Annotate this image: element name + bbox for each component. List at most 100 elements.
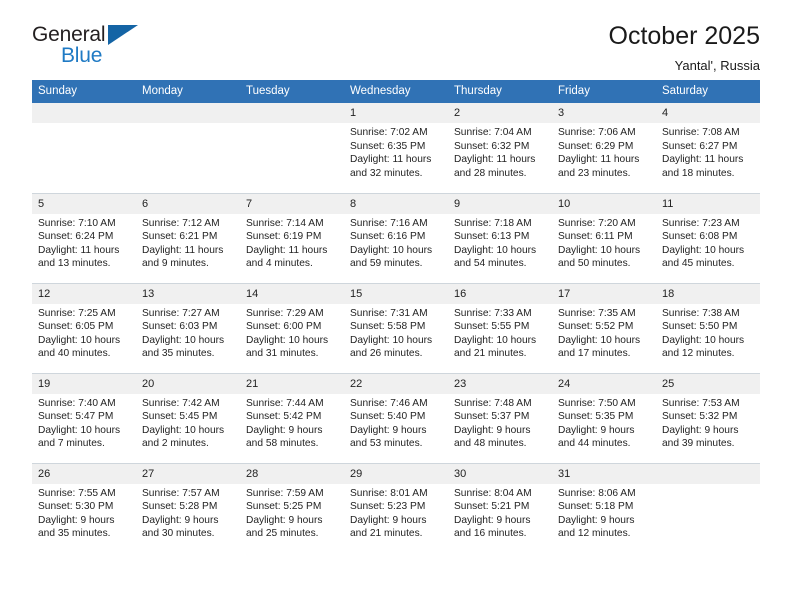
daylight-text-line2: and 26 minutes. xyxy=(350,348,423,360)
sunrise-text: Sunrise: 8:06 AM xyxy=(558,487,636,499)
calendar-day-cell[interactable]: 27 Sunrise: 7:57 AM Sunset: 5:28 PM Dayligh… xyxy=(136,462,240,553)
calendar-week-row: 19 Sunrise: 7:40 AM Sunset: 5:47 PM Dayligh… xyxy=(32,372,760,463)
calendar-body: 1 Sunrise: 7:02 AM Sunset: 6:35 PM Daylight… xyxy=(32,103,760,553)
calendar-day-cell-empty xyxy=(32,103,136,193)
sunset-text: Sunset: 6:11 PM xyxy=(558,231,633,243)
calendar-day-cell[interactable]: 26 Sunrise: 7:55 AM Sunset: 5:30 PM Dayligh… xyxy=(32,462,136,553)
general-blue-logo[interactable]: General Blue xyxy=(32,22,150,74)
calendar-day-cell[interactable]: 5 Sunrise: 7:10 AM Sunset: 6:24 PM Daylight… xyxy=(32,192,136,283)
day-sun-info: Sunrise: 7:48 AM Sunset: 5:37 PM Daylight:… xyxy=(448,394,552,451)
calendar-day-cell[interactable]: 31 Sunrise: 8:06 AM Sunset: 5:18 PM Dayligh… xyxy=(552,462,656,553)
daylight-text-line1: Daylight: 9 hours xyxy=(350,424,427,436)
calendar-day-cell-empty xyxy=(240,103,344,193)
daylight-text-line1: Daylight: 11 hours xyxy=(142,244,224,256)
calendar-week-row: 5 Sunrise: 7:10 AM Sunset: 6:24 PM Daylight… xyxy=(32,192,760,283)
daylight-text-line1: Daylight: 9 hours xyxy=(350,514,427,526)
sunset-text: Sunset: 6:08 PM xyxy=(662,231,738,243)
sunrise-sunset-calendar-table: Sunday Monday Tuesday Wednesday Thursday… xyxy=(32,80,760,553)
calendar-day-cell[interactable]: 21 Sunrise: 7:44 AM Sunset: 5:42 PM Dayligh… xyxy=(240,372,344,463)
day-sun-info: Sunrise: 7:25 AM Sunset: 6:05 PM Daylight:… xyxy=(32,304,136,361)
daylight-text-line2: and 59 minutes. xyxy=(350,258,423,270)
sunrise-text: Sunrise: 7:16 AM xyxy=(350,217,428,229)
sunrise-text: Sunrise: 7:55 AM xyxy=(38,487,116,499)
calendar-day-cell[interactable]: 14 Sunrise: 7:29 AM Sunset: 6:00 PM Dayligh… xyxy=(240,282,344,373)
sunrise-text: Sunrise: 7:42 AM xyxy=(142,397,220,409)
calendar-day-cell[interactable]: 30 Sunrise: 8:04 AM Sunset: 5:21 PM Dayligh… xyxy=(448,462,552,553)
daylight-text-line2: and 50 minutes. xyxy=(558,258,631,270)
calendar-header-row: Sunday Monday Tuesday Wednesday Thursday… xyxy=(32,80,760,103)
daylight-text-line1: Daylight: 10 hours xyxy=(38,334,121,346)
day-sun-info: Sunrise: 7:14 AM Sunset: 6:19 PM Daylight:… xyxy=(240,214,344,271)
sunrise-text: Sunrise: 7:50 AM xyxy=(558,397,636,409)
sunrise-text: Sunrise: 7:48 AM xyxy=(454,397,532,409)
sunset-text: Sunset: 6:21 PM xyxy=(142,231,218,243)
title-block: October 2025 Yantal', Russia xyxy=(609,22,761,73)
calendar-day-cell[interactable]: 15 Sunrise: 7:31 AM Sunset: 5:58 PM Dayligh… xyxy=(344,282,448,373)
daylight-text-line1: Daylight: 10 hours xyxy=(558,334,641,346)
daylight-text-line1: Daylight: 11 hours xyxy=(454,154,536,166)
calendar-day-cell[interactable]: 13 Sunrise: 7:27 AM Sunset: 6:03 PM Dayligh… xyxy=(136,282,240,373)
daylight-text-line2: and 53 minutes. xyxy=(350,438,423,450)
sunset-text: Sunset: 5:42 PM xyxy=(246,411,322,423)
calendar-day-cell[interactable]: 3 Sunrise: 7:06 AM Sunset: 6:29 PM Daylight… xyxy=(552,103,656,193)
day-number: 6 xyxy=(136,193,240,214)
daylight-text-line2: and 2 minutes. xyxy=(142,438,209,450)
daylight-text-line1: Daylight: 9 hours xyxy=(454,424,531,436)
daylight-text-line2: and 17 minutes. xyxy=(558,348,631,360)
calendar-day-cell[interactable]: 10 Sunrise: 7:20 AM Sunset: 6:11 PM Dayligh… xyxy=(552,192,656,283)
day-number: 20 xyxy=(136,373,240,394)
sunset-text: Sunset: 6:29 PM xyxy=(558,140,634,152)
daylight-text-line2: and 30 minutes. xyxy=(142,528,215,540)
sunset-text: Sunset: 6:00 PM xyxy=(246,321,322,333)
page-subtitle-location: Yantal', Russia xyxy=(674,57,760,73)
daylight-text-line1: Daylight: 11 hours xyxy=(38,244,120,256)
calendar-day-cell[interactable]: 7 Sunrise: 7:14 AM Sunset: 6:19 PM Daylight… xyxy=(240,192,344,283)
sunset-text: Sunset: 6:13 PM xyxy=(454,231,530,243)
calendar-day-cell[interactable]: 24 Sunrise: 7:50 AM Sunset: 5:35 PM Dayligh… xyxy=(552,372,656,463)
calendar-day-cell[interactable]: 23 Sunrise: 7:48 AM Sunset: 5:37 PM Dayligh… xyxy=(448,372,552,463)
calendar-day-cell[interactable]: 18 Sunrise: 7:38 AM Sunset: 5:50 PM Dayligh… xyxy=(656,282,760,373)
weekday-header-row: Sunday Monday Tuesday Wednesday Thursday… xyxy=(32,80,760,103)
calendar-day-cell[interactable]: 2 Sunrise: 7:04 AM Sunset: 6:32 PM Daylight… xyxy=(448,103,552,193)
sunrise-text: Sunrise: 7:46 AM xyxy=(350,397,428,409)
day-sun-info: Sunrise: 7:02 AM Sunset: 6:35 PM Daylight:… xyxy=(344,123,448,180)
calendar-day-cell[interactable]: 16 Sunrise: 7:33 AM Sunset: 5:55 PM Dayligh… xyxy=(448,282,552,373)
daylight-text-line2: and 40 minutes. xyxy=(38,348,111,360)
calendar-day-cell[interactable]: 4 Sunrise: 7:08 AM Sunset: 6:27 PM Daylight… xyxy=(656,103,760,193)
daylight-text-line2: and 35 minutes. xyxy=(142,348,215,360)
calendar-day-cell[interactable]: 29 Sunrise: 8:01 AM Sunset: 5:23 PM Dayligh… xyxy=(344,462,448,553)
day-sun-info: Sunrise: 7:46 AM Sunset: 5:40 PM Daylight:… xyxy=(344,394,448,451)
calendar-day-cell[interactable]: 12 Sunrise: 7:25 AM Sunset: 6:05 PM Dayligh… xyxy=(32,282,136,373)
day-sun-info: Sunrise: 7:23 AM Sunset: 6:08 PM Daylight:… xyxy=(656,214,760,271)
calendar-day-cell[interactable]: 17 Sunrise: 7:35 AM Sunset: 5:52 PM Dayligh… xyxy=(552,282,656,373)
calendar-day-cell[interactable]: 25 Sunrise: 7:53 AM Sunset: 5:32 PM Dayligh… xyxy=(656,372,760,463)
day-number: 1 xyxy=(344,103,448,123)
calendar-page: General Blue October 2025 Yantal', Russi… xyxy=(0,0,792,612)
day-sun-info: Sunrise: 7:29 AM Sunset: 6:00 PM Daylight:… xyxy=(240,304,344,361)
day-sun-info: Sunrise: 7:08 AM Sunset: 6:27 PM Daylight:… xyxy=(656,123,760,180)
calendar-day-cell[interactable]: 28 Sunrise: 7:59 AM Sunset: 5:25 PM Dayligh… xyxy=(240,462,344,553)
sunset-text: Sunset: 5:55 PM xyxy=(454,321,530,333)
calendar-day-cell[interactable]: 8 Sunrise: 7:16 AM Sunset: 6:16 PM Daylight… xyxy=(344,192,448,283)
sunrise-text: Sunrise: 7:29 AM xyxy=(246,307,324,319)
day-number xyxy=(240,103,344,123)
day-number: 9 xyxy=(448,193,552,214)
sunset-text: Sunset: 5:18 PM xyxy=(558,501,634,513)
day-sun-info: Sunrise: 7:40 AM Sunset: 5:47 PM Daylight:… xyxy=(32,394,136,451)
day-sun-info: Sunrise: 7:04 AM Sunset: 6:32 PM Daylight:… xyxy=(448,123,552,180)
day-sun-info: Sunrise: 7:16 AM Sunset: 6:16 PM Daylight:… xyxy=(344,214,448,271)
calendar-day-cell[interactable]: 6 Sunrise: 7:12 AM Sunset: 6:21 PM Daylight… xyxy=(136,192,240,283)
day-number: 31 xyxy=(552,463,656,484)
day-number: 16 xyxy=(448,283,552,304)
calendar-day-cell[interactable]: 9 Sunrise: 7:18 AM Sunset: 6:13 PM Daylight… xyxy=(448,192,552,283)
calendar-day-cell[interactable]: 22 Sunrise: 7:46 AM Sunset: 5:40 PM Dayligh… xyxy=(344,372,448,463)
day-number: 25 xyxy=(656,373,760,394)
calendar-day-cell[interactable]: 19 Sunrise: 7:40 AM Sunset: 5:47 PM Dayligh… xyxy=(32,372,136,463)
calendar-day-cell[interactable]: 1 Sunrise: 7:02 AM Sunset: 6:35 PM Daylight… xyxy=(344,103,448,193)
calendar-day-cell[interactable]: 20 Sunrise: 7:42 AM Sunset: 5:45 PM Dayligh… xyxy=(136,372,240,463)
daylight-text-line2: and 21 minutes. xyxy=(350,528,423,540)
calendar-day-cell[interactable]: 11 Sunrise: 7:23 AM Sunset: 6:08 PM Dayligh… xyxy=(656,192,760,283)
day-sun-info: Sunrise: 7:53 AM Sunset: 5:32 PM Daylight:… xyxy=(656,394,760,451)
sunrise-text: Sunrise: 7:33 AM xyxy=(454,307,532,319)
sunrise-text: Sunrise: 7:20 AM xyxy=(558,217,636,229)
